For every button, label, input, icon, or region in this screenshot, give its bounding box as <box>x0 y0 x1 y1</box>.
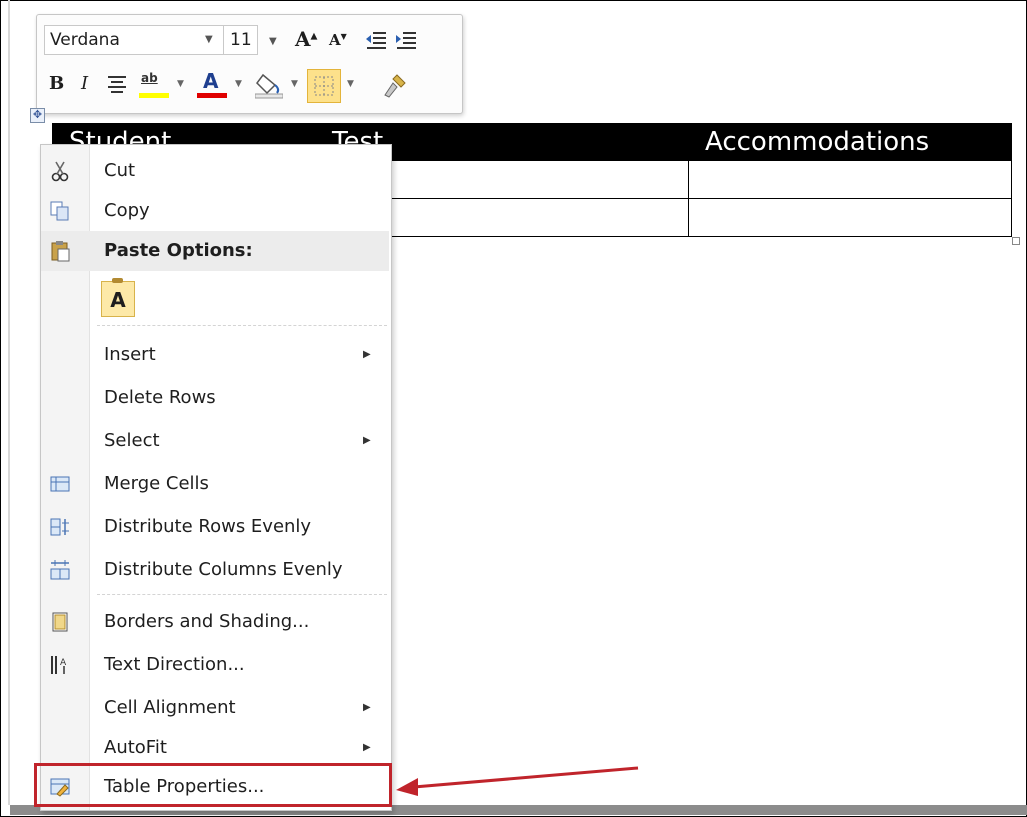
highlighter-icon: ab <box>141 71 158 85</box>
chevron-down-icon[interactable]: ▼ <box>177 79 184 89</box>
menu-separator <box>97 594 387 595</box>
increase-indent-icon <box>396 32 416 49</box>
mini-toolbar: Verdana ▼ 11 ▼ A▲ A▼ B I ab ▼ A ▼ ▼ ▼ <box>36 14 463 114</box>
font-size-divider <box>223 26 224 54</box>
table-resize-handle[interactable] <box>1012 237 1020 245</box>
menu-item-label: Cell Alignment <box>104 697 236 718</box>
paste-option-label: A <box>110 288 126 312</box>
bold-button[interactable]: B <box>49 73 64 101</box>
font-name-combo[interactable]: Verdana ▼ 11 <box>44 25 258 55</box>
font-color-bar <box>197 93 227 98</box>
menu-item-merge-cells[interactable]: Merge Cells <box>41 464 389 504</box>
chevron-down-icon[interactable]: ▼ <box>269 36 277 47</box>
merge-cells-icon <box>50 476 70 492</box>
increase-indent-button[interactable] <box>395 31 417 53</box>
chevron-down-icon[interactable]: ▼ <box>235 79 242 89</box>
text-direction-icon: A <box>51 656 67 674</box>
menu-item-select[interactable]: Select ▶ <box>41 421 389 461</box>
decrease-indent-icon <box>366 32 386 49</box>
submenu-arrow-icon: ▶ <box>363 435 371 446</box>
chevron-down-icon[interactable]: ▼ <box>347 79 354 89</box>
font-size-value[interactable]: 11 <box>230 26 252 54</box>
menu-item-label: Paste Options: <box>104 240 253 261</box>
font-color-icon: A <box>203 69 219 93</box>
copy-icon <box>50 201 69 221</box>
menu-item-label: Borders and Shading... <box>104 611 310 632</box>
distribute-rows-icon <box>50 518 69 536</box>
menu-item-label: Select <box>104 430 160 451</box>
center-button[interactable] <box>107 75 127 103</box>
clip-icon <box>112 278 123 283</box>
borders-icon <box>314 76 334 96</box>
menu-item-autofit[interactable]: AutoFit ▶ <box>41 728 389 768</box>
header-cell-accommodations[interactable]: Accommodations <box>688 123 1012 161</box>
menu-item-label: Text Direction... <box>104 654 245 675</box>
submenu-arrow-icon: ▶ <box>363 742 371 753</box>
align-center-icon <box>108 76 126 93</box>
menu-item-cell-alignment[interactable]: Cell Alignment ▶ <box>41 688 389 728</box>
menu-item-label: Copy <box>104 200 150 221</box>
grow-font-button[interactable]: A▲ <box>295 27 317 51</box>
menu-item-label: Distribute Rows Evenly <box>104 516 312 537</box>
menu-item-copy[interactable]: Copy <box>41 191 389 231</box>
format-painter-button[interactable] <box>381 73 407 101</box>
menu-item-distribute-rows[interactable]: Distribute Rows Evenly <box>41 507 389 547</box>
table-move-handle[interactable]: ✥ <box>30 108 45 123</box>
clipboard-icon <box>51 241 70 262</box>
menu-item-delete-rows[interactable]: Delete Rows <box>41 378 389 418</box>
decrease-indent-button[interactable] <box>365 31 387 53</box>
menu-separator <box>97 325 387 326</box>
scissors-icon <box>51 161 69 182</box>
paste-keep-text-only-button[interactable]: A <box>101 278 135 317</box>
menu-item-label: Insert <box>104 344 156 365</box>
context-menu: Cut Copy Paste Options: A Insert ▶ Delet… <box>40 144 392 811</box>
annotation-highlight-box <box>34 763 392 807</box>
chevron-down-icon[interactable]: ▼ <box>291 79 298 89</box>
grow-font-icon: A <box>295 27 311 51</box>
menu-item-cut[interactable]: Cut <box>41 151 389 191</box>
submenu-arrow-icon: ▶ <box>363 702 371 713</box>
borders-button[interactable] <box>307 69 341 103</box>
menu-item-text-direction[interactable]: A Text Direction... <box>41 645 389 685</box>
menu-item-label: Cut <box>104 160 136 181</box>
left-edge <box>8 0 10 805</box>
italic-button[interactable]: I <box>81 73 88 101</box>
table-cell[interactable] <box>688 160 1012 199</box>
menu-item-borders-shading[interactable]: Borders and Shading... <box>41 602 389 642</box>
menu-item-label: Delete Rows <box>104 387 216 408</box>
chevron-down-icon[interactable]: ▼ <box>205 26 213 54</box>
paint-bucket-icon <box>254 73 284 99</box>
annotation-arrow-icon <box>396 766 639 796</box>
font-name-value: Verdana <box>50 30 120 50</box>
format-painter-icon <box>384 74 406 98</box>
distribute-columns-icon <box>50 560 70 580</box>
menu-item-label: AutoFit <box>104 737 167 758</box>
menu-item-insert[interactable]: Insert ▶ <box>41 335 389 375</box>
menu-item-label: Distribute Columns Evenly <box>104 559 343 580</box>
menu-item-label: Merge Cells <box>104 473 209 494</box>
borders-shading-icon <box>52 612 68 632</box>
highlight-color-bar <box>139 93 169 98</box>
shading-button[interactable]: ▼ <box>254 71 298 99</box>
shrink-font-icon: A <box>329 31 341 49</box>
menu-item-distribute-columns[interactable]: Distribute Columns Evenly <box>41 550 389 590</box>
menu-header-paste-options: Paste Options: <box>41 231 389 271</box>
shrink-font-button[interactable]: A▼ <box>329 31 347 49</box>
submenu-arrow-icon: ▶ <box>363 349 371 360</box>
table-cell[interactable] <box>688 198 1012 237</box>
